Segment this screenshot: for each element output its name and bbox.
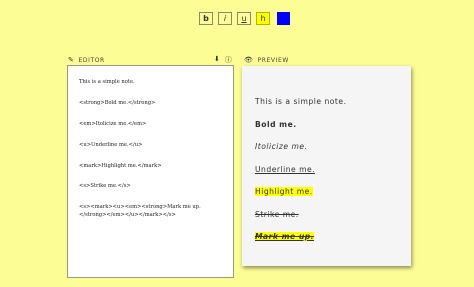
eye-icon: 👁 bbox=[244, 56, 254, 64]
preview-panel: This is a simple note. Bold me. Itoliciz… bbox=[242, 66, 411, 266]
download-icon[interactable]: ⬇ bbox=[214, 55, 220, 65]
editor-line: <em>Itolicize me.</em> bbox=[79, 120, 147, 127]
color-swatch[interactable] bbox=[277, 12, 290, 25]
editor-tools: ⬇ ⓘ bbox=[209, 55, 232, 65]
editor-line: <strong>Bold me.</strong> bbox=[79, 99, 156, 106]
editor-line: <mark>Highlight me.</mark> bbox=[79, 162, 162, 169]
preview-line: This is a simple note. bbox=[255, 97, 347, 106]
editor-header: ✎ EDITOR bbox=[68, 56, 105, 64]
editor-label: EDITOR bbox=[78, 56, 105, 64]
editor-line: <s>Strike me.</s> bbox=[79, 183, 131, 190]
preview-strike: Strike me. bbox=[255, 209, 299, 219]
preview-header: 👁 PREVIEW bbox=[244, 56, 289, 64]
pencil-icon: ✎ bbox=[68, 56, 75, 64]
preview-label: PREVIEW bbox=[257, 56, 289, 64]
preview-highlight: Highlight me. bbox=[255, 187, 313, 196]
editor-line: <u>Underline me.</u> bbox=[79, 141, 143, 148]
highlight-button[interactable]: h bbox=[256, 12, 270, 25]
preview-bold: Bold me. bbox=[255, 119, 297, 129]
underline-button[interactable]: u bbox=[237, 12, 251, 25]
italic-button[interactable]: i bbox=[218, 12, 232, 25]
bold-button[interactable]: b bbox=[199, 12, 213, 25]
info-icon[interactable]: ⓘ bbox=[225, 55, 232, 65]
editor-line: This is a simple note. bbox=[79, 79, 135, 85]
editor-textarea[interactable]: This is a simple note. <strong>Bold me.<… bbox=[67, 65, 234, 278]
format-toolbar: b i u h bbox=[199, 12, 290, 25]
preview-markup: Mark me up. bbox=[255, 232, 315, 241]
preview-italic: Itolicize me. bbox=[255, 142, 308, 151]
editor-line: <s><mark><u><em><strong>Mark me up.</str… bbox=[79, 204, 201, 218]
preview-underline: Underline me. bbox=[255, 164, 316, 174]
